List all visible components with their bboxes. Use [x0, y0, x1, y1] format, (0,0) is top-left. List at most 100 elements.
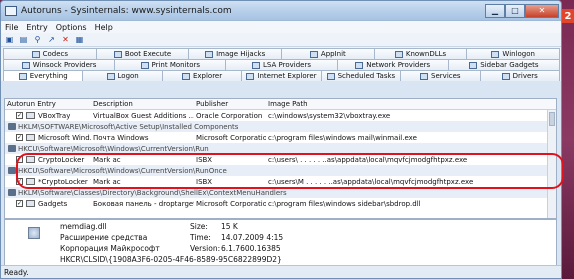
tab-label: Print Monitors [151, 61, 201, 69]
tab-label: Services [431, 72, 461, 80]
menu-help[interactable]: Help [95, 23, 113, 32]
table-row[interactable]: ✓ Gadgets Боковая панель - droptarget Mic… [5, 198, 556, 209]
tab-sidebar-gadgets[interactable]: Sidebar Gadgets [447, 59, 561, 70]
tab-codecs[interactable]: Codecs [3, 48, 97, 59]
tab-services[interactable]: Services [400, 70, 481, 81]
tab-label: Internet Explorer [257, 72, 317, 80]
menu-entry[interactable]: Entry [26, 23, 47, 32]
column-autorun-entry[interactable]: Autorun Entry [5, 99, 91, 109]
window-title: Autoruns - Sysinternals: www.sysinternal… [21, 5, 232, 16]
properties-icon[interactable]: ▦ [74, 34, 85, 45]
tab-label: Explorer [192, 72, 223, 80]
drivers-icon [501, 72, 510, 80]
registry-key-label: HKLM\Software\Classes\Directory\Backgrou… [18, 188, 287, 197]
explorer-icon [181, 72, 190, 80]
menu-bar: File Entry Options Help [1, 21, 561, 33]
step-number-badge: 2 [562, 9, 574, 23]
entry-description: VirtualBox Guest Additions ... [93, 111, 194, 120]
services-icon [420, 72, 429, 80]
tab-label: Everything [29, 72, 68, 80]
entry-name: Microsoft Wind... [38, 133, 91, 142]
entry-name: Gadgets [38, 199, 68, 208]
details-pane: memdiag.dll Расширение средства Корпорац… [4, 219, 557, 267]
save-icon[interactable]: ▣ [4, 34, 15, 45]
network-icon [355, 61, 364, 69]
cryptolocker-highlight-annotation [16, 153, 564, 189]
jump-icon[interactable]: ↗ [46, 34, 57, 45]
winsock-icon [21, 61, 30, 69]
scrollbar-thumb[interactable] [549, 112, 555, 126]
entry-description: Боковая панель - droptarget [93, 199, 194, 208]
maximize-button[interactable]: □ [505, 3, 525, 18]
folder-open-icon[interactable]: ▤ [18, 34, 29, 45]
status-text: Ready. [4, 267, 29, 277]
find-icon[interactable]: ⚲ [32, 34, 43, 45]
tab-network-providers[interactable]: Network Providers [336, 59, 449, 70]
menu-options[interactable]: Options [56, 23, 87, 32]
tab-label: Logon [117, 72, 139, 80]
menu-file[interactable]: File [5, 23, 18, 32]
registry-icon [8, 145, 16, 152]
enable-checkbox[interactable]: ✓ [16, 112, 23, 119]
tab-print-monitors[interactable]: Print Monitors [114, 59, 227, 70]
boot-execute-icon [113, 50, 122, 58]
tab-boot-execute[interactable]: Boot Execute [95, 48, 190, 59]
entry-publisher: Microsoft Corporation [196, 199, 266, 208]
detail-name: memdiag.dll [60, 222, 107, 231]
tab-appinit[interactable]: AppInit [281, 48, 375, 59]
appinit-icon [309, 50, 318, 58]
detail-version-label: Version: [190, 244, 221, 253]
tab-label: Winsock Providers [32, 61, 97, 69]
registry-key-row[interactable]: HKLM\SOFTWARE\Microsoft\Active Setup\Ins… [5, 121, 556, 132]
table-row[interactable]: ✓ VBoxTray VirtualBox Guest Additions ...… [5, 110, 556, 121]
tab-label: Drivers [512, 72, 538, 80]
tab-image-hijacks[interactable]: Image Hijacks [188, 48, 283, 59]
gadgets-icon [469, 61, 478, 69]
tab-drivers[interactable]: Drivers [479, 70, 560, 81]
tab-logon[interactable]: Logon [82, 70, 163, 81]
column-image-path[interactable]: Image Path [266, 99, 546, 109]
tab-winsock-providers[interactable]: Winsock Providers [3, 59, 116, 70]
enable-checkbox[interactable]: ✓ [16, 200, 23, 207]
tab-label: LSA Providers [263, 61, 311, 69]
tab-winlogon[interactable]: Winlogon [466, 48, 561, 59]
registry-key-label: HKCU\Software\Microsoft\Windows\CurrentV… [18, 144, 209, 153]
detail-time-label: Time: [190, 233, 211, 242]
delete-icon[interactable]: ✕ [60, 34, 71, 45]
minimize-button[interactable]: ▁ [485, 3, 505, 18]
file-icon [28, 227, 40, 239]
tab-label: Scheduled Tasks [337, 72, 396, 80]
program-icon [26, 134, 35, 141]
list-header: Autorun Entry Description Publisher Imag… [5, 99, 556, 110]
registry-icon [8, 167, 16, 174]
tab-strip: Codecs Boot Execute Image Hijacks AppIni… [1, 47, 561, 81]
scheduled-tasks-icon [326, 72, 335, 80]
enable-checkbox[interactable]: ✓ [16, 134, 23, 141]
close-button[interactable]: ✕ [525, 3, 559, 18]
tab-scheduled-tasks[interactable]: Scheduled Tasks [320, 70, 402, 81]
entry-publisher: Oracle Corporation [196, 111, 263, 120]
detail-version: 6.1.7600.16385 [221, 244, 281, 253]
entry-description: Почта Windows [93, 133, 149, 142]
tab-lsa-providers[interactable]: LSA Providers [225, 59, 338, 70]
entry-path: c:\program files\windows mail\winmail.ex… [268, 133, 417, 142]
tab-label: Boot Execute [124, 50, 172, 58]
status-bar: Ready. [1, 265, 561, 278]
tab-label: Codecs [42, 50, 69, 58]
column-description[interactable]: Description [91, 99, 194, 109]
detail-company: Корпорация Майкрософт [60, 244, 160, 253]
table-row[interactable]: ✓ Microsoft Wind... Почта Windows Microso… [5, 132, 556, 143]
toolbar: ▣ ▤ ⚲ ↗ ✕ ▦ [1, 33, 561, 47]
tab-label: Winlogon [502, 50, 535, 58]
tab-everything[interactable]: Everything [3, 70, 84, 81]
tab-label: KnownDLLs [405, 50, 447, 58]
printer-icon [140, 61, 149, 69]
tab-label: Image Hijacks [216, 50, 266, 58]
lsa-icon [252, 61, 261, 69]
column-publisher[interactable]: Publisher [194, 99, 266, 109]
program-icon [26, 112, 35, 119]
tab-knowndlls[interactable]: KnownDLLs [373, 48, 468, 59]
tab-explorer[interactable]: Explorer [161, 70, 243, 81]
tab-internet-explorer[interactable]: Internet Explorer [241, 70, 322, 81]
winlogon-icon [491, 50, 500, 58]
